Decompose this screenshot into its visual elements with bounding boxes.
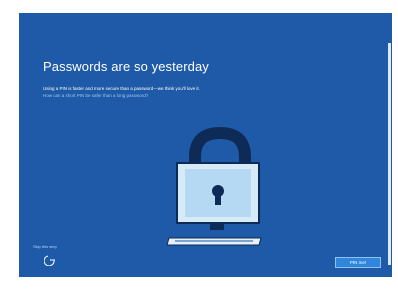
oobe-screen: Passwords are so yesterday Using a PIN i… <box>19 13 392 277</box>
page-title: Passwords are so yesterday <box>43 59 209 74</box>
skip-step-link[interactable]: Skip this step <box>33 244 57 249</box>
monitor-stand <box>210 223 224 230</box>
keyhole-slot <box>215 193 221 205</box>
padlock-on-monitor-illustration <box>166 126 262 246</box>
pin-me-button[interactable]: PIN me! <box>335 257 381 268</box>
scrollbar[interactable] <box>388 43 391 265</box>
ease-of-access-icon[interactable] <box>44 254 56 266</box>
page-description: Using a PIN is faster and more secure th… <box>43 86 200 91</box>
keyboard-keys-row <box>175 240 253 242</box>
pin-help-link[interactable]: How can a short PIN be safer than a long… <box>43 93 148 98</box>
